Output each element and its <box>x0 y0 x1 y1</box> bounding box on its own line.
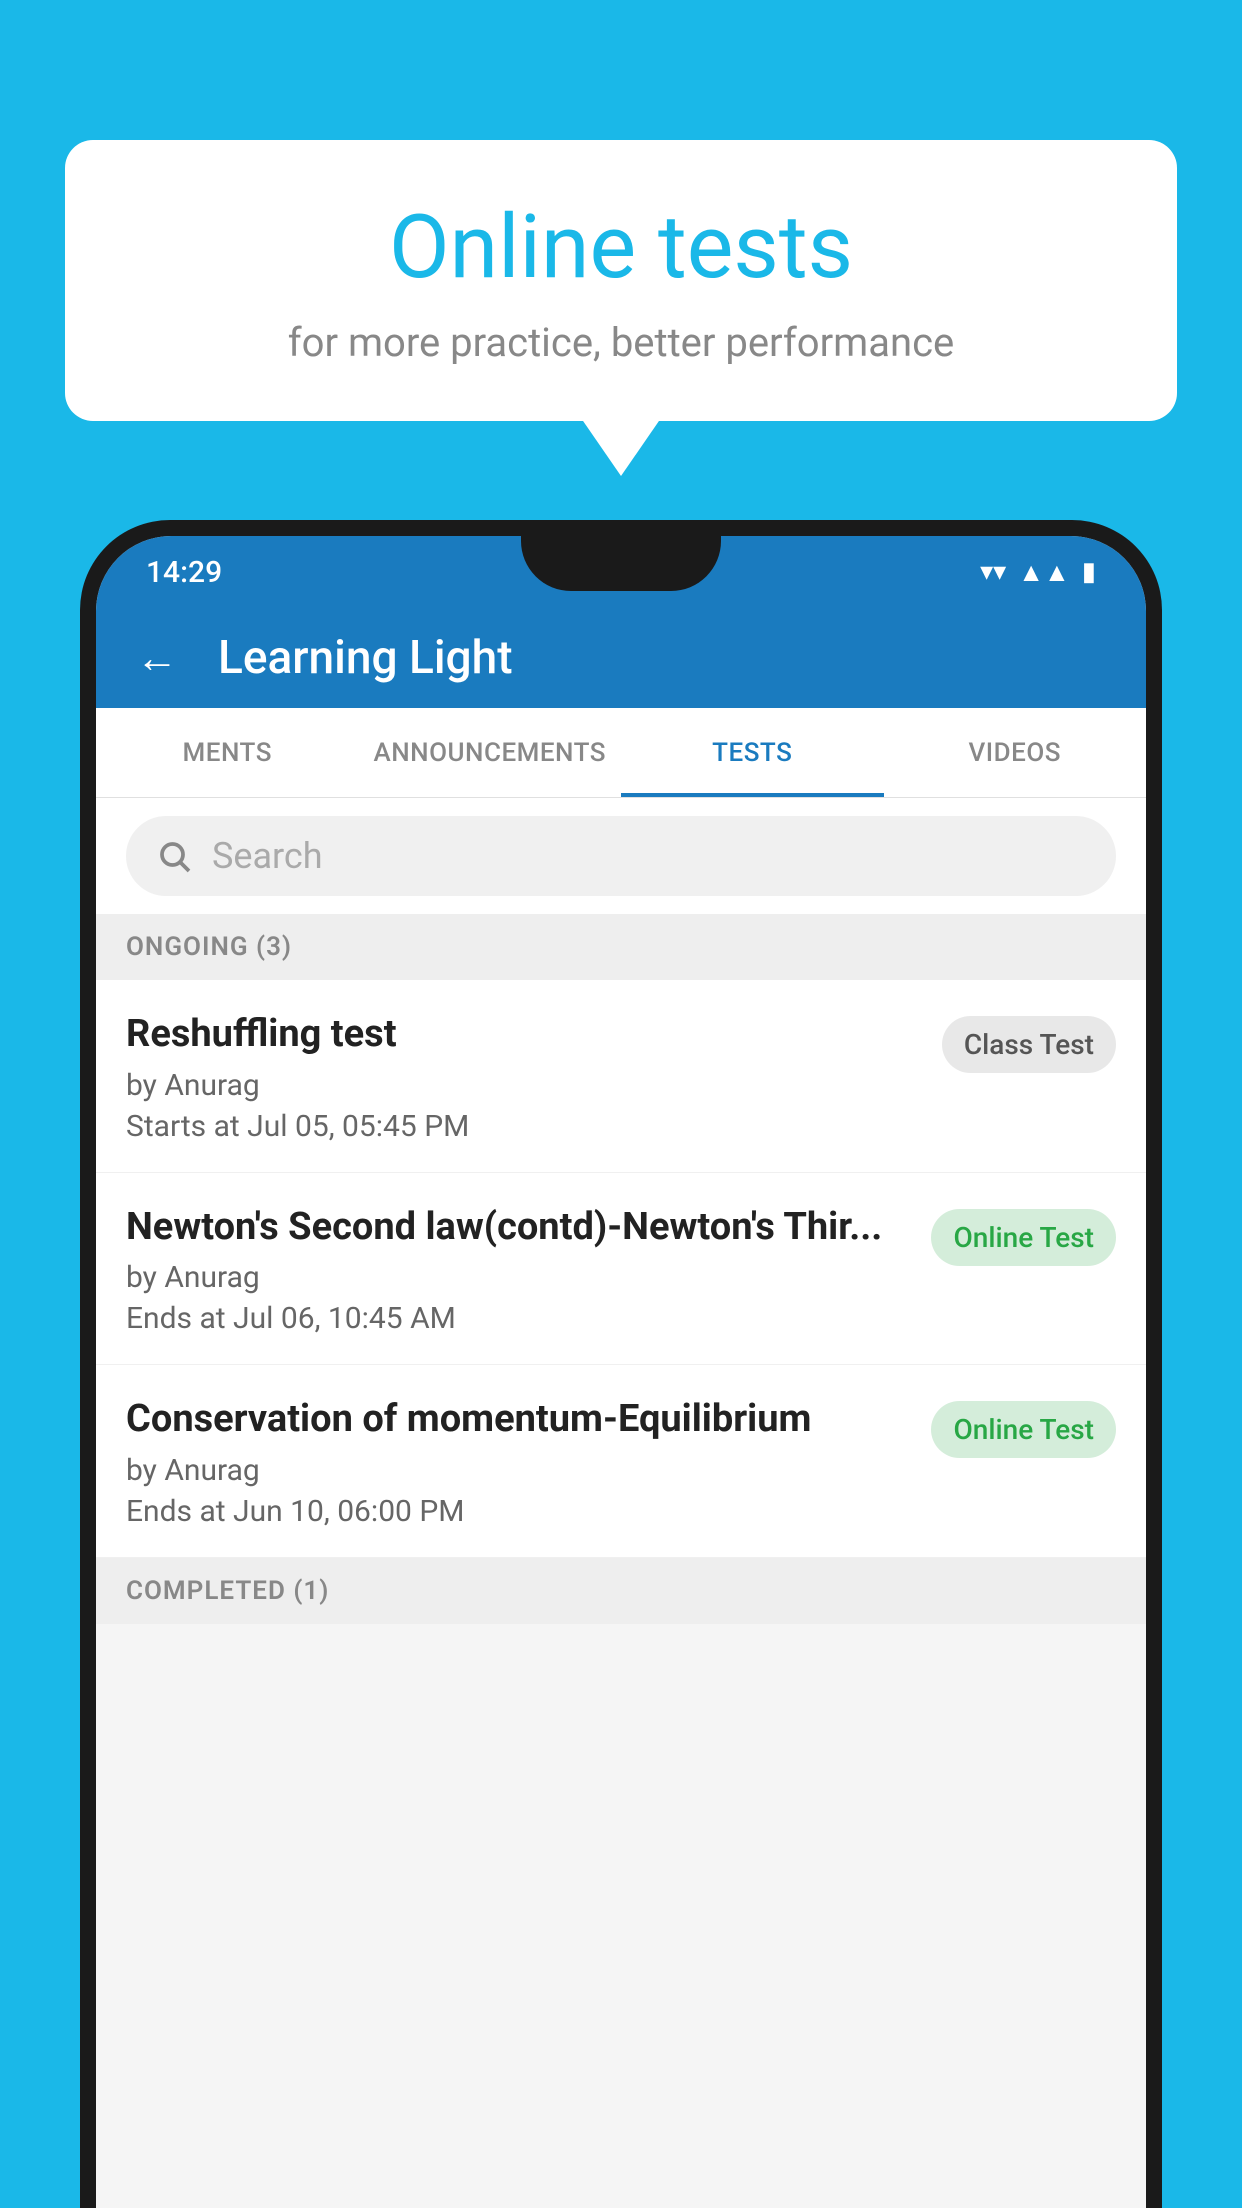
test-item[interactable]: Newton's Second law(contd)-Newton's Thir… <box>96 1173 1146 1366</box>
test-time: Starts at Jul 05, 05:45 PM <box>126 1109 922 1144</box>
tab-tests[interactable]: TESTS <box>621 708 884 797</box>
back-button[interactable]: ← <box>136 634 178 683</box>
test-time: Ends at Jun 10, 06:00 PM <box>126 1494 911 1529</box>
speech-bubble: Online tests for more practice, better p… <box>65 140 1177 421</box>
search-container: Search <box>96 798 1146 914</box>
phone-content: Search ONGOING (3) Reshuffling test by A… <box>96 798 1146 2208</box>
phone-screen: 14:29 ▾▾ ▲▲ ▮ ← Learning Light MENTS ANN… <box>96 536 1146 2208</box>
completed-section-header: COMPLETED (1) <box>96 1558 1146 1624</box>
test-badge: Class Test <box>942 1016 1116 1073</box>
search-icon <box>156 838 192 874</box>
test-info: Reshuffling test by Anurag Starts at Jul… <box>126 1012 922 1144</box>
ongoing-section-header: ONGOING (3) <box>96 914 1146 980</box>
test-time: Ends at Jul 06, 10:45 AM <box>126 1301 911 1336</box>
test-item[interactable]: Reshuffling test by Anurag Starts at Jul… <box>96 980 1146 1173</box>
test-info: Newton's Second law(contd)-Newton's Thir… <box>126 1205 911 1337</box>
test-badge: Online Test <box>931 1401 1116 1458</box>
test-name: Reshuffling test <box>126 1012 922 1058</box>
bubble-subtitle: for more practice, better performance <box>125 319 1117 366</box>
tab-ments[interactable]: MENTS <box>96 708 359 797</box>
test-list: Reshuffling test by Anurag Starts at Jul… <box>96 980 1146 1558</box>
test-name: Conservation of momentum-Equilibrium <box>126 1397 911 1443</box>
search-placeholder: Search <box>212 835 323 877</box>
test-badge: Online Test <box>931 1209 1116 1266</box>
status-bar: 14:29 ▾▾ ▲▲ ▮ <box>96 536 1146 608</box>
signal-icon: ▲▲ <box>1018 557 1069 588</box>
test-name: Newton's Second law(contd)-Newton's Thir… <box>126 1205 911 1251</box>
test-author: by Anurag <box>126 1453 911 1488</box>
test-info: Conservation of momentum-Equilibrium by … <box>126 1397 911 1529</box>
test-author: by Anurag <box>126 1068 922 1103</box>
status-icons: ▾▾ ▲▲ ▮ <box>980 557 1096 588</box>
tab-bar: MENTS ANNOUNCEMENTS TESTS VIDEOS <box>96 708 1146 798</box>
bubble-title: Online tests <box>125 200 1117 297</box>
tab-videos[interactable]: VIDEOS <box>884 708 1147 797</box>
search-bar[interactable]: Search <box>126 816 1116 896</box>
test-item[interactable]: Conservation of momentum-Equilibrium by … <box>96 1365 1146 1558</box>
app-header-title: Learning Light <box>218 631 513 685</box>
phone-frame: 14:29 ▾▾ ▲▲ ▮ ← Learning Light MENTS ANN… <box>80 520 1162 2208</box>
wifi-icon: ▾▾ <box>980 557 1006 587</box>
test-author: by Anurag <box>126 1260 911 1295</box>
battery-icon: ▮ <box>1082 557 1096 587</box>
app-header: ← Learning Light <box>96 608 1146 708</box>
tab-announcements[interactable]: ANNOUNCEMENTS <box>359 708 622 797</box>
status-time: 14:29 <box>146 555 222 590</box>
